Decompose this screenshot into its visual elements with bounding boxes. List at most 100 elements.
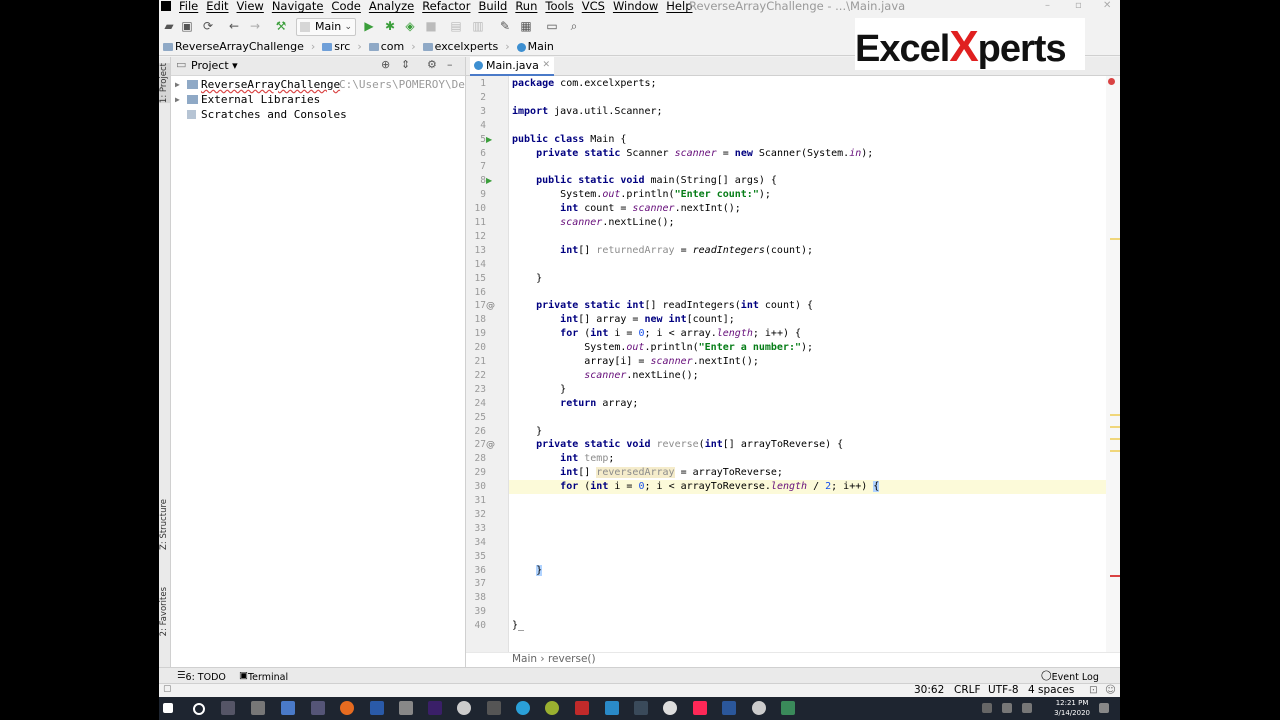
code-line[interactable]: for (int i = 0; i < arrayToReverse.lengt… bbox=[512, 480, 880, 494]
warning-mark[interactable] bbox=[1110, 426, 1120, 428]
override-gutter-icon[interactable]: @ bbox=[486, 438, 495, 452]
file-encoding[interactable]: UTF-8 bbox=[988, 684, 1019, 696]
override-gutter-icon[interactable]: @ bbox=[486, 299, 495, 313]
notifications-icon[interactable] bbox=[1099, 703, 1109, 713]
code-line[interactable]: } bbox=[512, 564, 543, 578]
code-line[interactable]: public static void main(String[] args) { bbox=[512, 174, 777, 188]
breadcrumb-item[interactable]: com bbox=[368, 40, 404, 53]
tab-main-java[interactable]: Main.java ✕ bbox=[470, 57, 554, 76]
tree-item[interactable]: ▶ External Libraries bbox=[171, 92, 465, 107]
app-icon[interactable] bbox=[251, 701, 265, 715]
error-mark[interactable] bbox=[1110, 575, 1120, 577]
app-icon[interactable] bbox=[487, 701, 501, 715]
app-icon[interactable] bbox=[457, 701, 471, 715]
tab-structure[interactable]: Z: Structure bbox=[159, 499, 170, 550]
tab-favorites[interactable]: 2: Favorites bbox=[159, 587, 170, 636]
after-effects-icon[interactable] bbox=[428, 701, 442, 715]
app-icon[interactable] bbox=[370, 701, 384, 715]
project-view-select[interactable]: Project ▾ bbox=[191, 59, 238, 72]
code-editor[interactable]: 1 2 3 4 5 ▶ 6 7 8 ▶ 9 10 11 12 13 14 15 16 17 @18 19 20 21 22 23… bbox=[466, 76, 1106, 652]
close-tab-icon[interactable]: ✕ bbox=[542, 57, 550, 74]
app-icon[interactable] bbox=[781, 701, 795, 715]
status-toggle-icon[interactable]: ▢ bbox=[163, 684, 172, 694]
tab-project[interactable]: 1: Project bbox=[159, 63, 170, 104]
debug-icon[interactable]: ✱ bbox=[383, 19, 397, 33]
open-folder-icon[interactable]: ▰ bbox=[162, 19, 176, 33]
app-icon[interactable] bbox=[311, 701, 325, 715]
minimize-icon[interactable]: – bbox=[1045, 0, 1050, 11]
indent-setting[interactable]: 4 spaces bbox=[1028, 684, 1074, 696]
code-line[interactable]: } bbox=[512, 425, 542, 439]
volume-icon[interactable] bbox=[1022, 703, 1032, 713]
warning-mark[interactable] bbox=[1110, 414, 1120, 416]
code-line[interactable]: import java.util.Scanner; bbox=[512, 105, 663, 119]
back-icon[interactable]: ← bbox=[227, 19, 241, 33]
tray-icon[interactable] bbox=[982, 703, 992, 713]
search-icon[interactable]: ⌕ bbox=[567, 19, 581, 33]
code-breadcrumb-item[interactable]: Main bbox=[512, 653, 537, 665]
code-line[interactable]: scanner.nextLine(); bbox=[512, 216, 674, 230]
app-icon[interactable] bbox=[752, 701, 766, 715]
editor-scroll-strip[interactable] bbox=[1106, 76, 1120, 652]
code-line[interactable]: } bbox=[512, 272, 542, 286]
vcs-update-icon[interactable]: ▥ bbox=[471, 19, 485, 33]
app-icon[interactable] bbox=[281, 701, 295, 715]
expand-arrow-icon[interactable]: ▶ bbox=[175, 92, 180, 107]
vcs-icon[interactable]: ▤ bbox=[449, 19, 463, 33]
warning-mark[interactable] bbox=[1110, 450, 1120, 452]
locate-icon[interactable]: ⊕ bbox=[381, 58, 390, 71]
menu-navigate[interactable]: Navigate bbox=[272, 0, 324, 13]
code-line[interactable]: scanner.nextLine(); bbox=[512, 369, 698, 383]
menu-view[interactable]: View bbox=[237, 0, 264, 13]
todo-tab[interactable]: ☰ 6: TODO bbox=[177, 670, 226, 683]
expand-arrow-icon[interactable]: ▶ bbox=[175, 77, 180, 92]
code-line[interactable]: private static int[] readIntegers(int co… bbox=[512, 299, 813, 313]
tree-item[interactable]: Scratches and Consoles bbox=[171, 107, 465, 122]
project-structure-icon[interactable]: ▦ bbox=[519, 19, 533, 33]
menu-refactor[interactable]: Refactor bbox=[422, 0, 470, 13]
tree-item[interactable]: ▶ ReverseArrayChallenge C:\Users\POMEROY\D… bbox=[171, 77, 478, 92]
word-icon[interactable] bbox=[722, 701, 736, 715]
code-line[interactable]: for (int i = 0; i < array.length; i++) { bbox=[512, 327, 801, 341]
caret-position[interactable]: 30:62 bbox=[914, 684, 944, 696]
firefox-icon[interactable] bbox=[340, 701, 354, 715]
warning-mark[interactable] bbox=[1110, 438, 1120, 440]
inspector-icon[interactable]: ☺ bbox=[1105, 684, 1116, 696]
task-view-icon[interactable] bbox=[221, 701, 235, 715]
code-line[interactable]: private static Scanner scanner = new Sca… bbox=[512, 147, 873, 161]
breadcrumb-item[interactable]: Main bbox=[516, 40, 554, 53]
run-configuration-select[interactable]: Main ⌄ bbox=[296, 18, 356, 36]
stop-icon[interactable]: ■ bbox=[424, 19, 438, 33]
warning-mark[interactable] bbox=[1110, 238, 1120, 240]
menu-code[interactable]: Code bbox=[331, 0, 360, 13]
code-line[interactable]: int temp; bbox=[512, 452, 614, 466]
line-separator[interactable]: CRLF bbox=[954, 684, 981, 696]
code-line[interactable]: int[] array = new int[count]; bbox=[512, 313, 735, 327]
code-line[interactable]: private static void reverse(int[] arrayT… bbox=[512, 438, 843, 452]
menu-tools[interactable]: Tools bbox=[545, 0, 573, 13]
network-icon[interactable] bbox=[1002, 703, 1012, 713]
code-breadcrumb-item[interactable]: reverse() bbox=[548, 653, 596, 665]
hide-icon[interactable]: – bbox=[447, 58, 453, 71]
terminal-tab[interactable]: ▣ Terminal bbox=[239, 670, 288, 683]
collapse-icon[interactable]: ⇕ bbox=[401, 58, 410, 71]
sync-icon[interactable]: ⟳ bbox=[201, 19, 215, 33]
app-icon[interactable] bbox=[605, 701, 619, 715]
app-icon[interactable] bbox=[399, 701, 413, 715]
code-line[interactable]: int[] returnedArray = readIntegers(count… bbox=[512, 244, 813, 258]
run-icon[interactable]: ▶ bbox=[362, 19, 376, 33]
save-icon[interactable]: ▣ bbox=[180, 19, 194, 33]
app-icon[interactable] bbox=[516, 701, 530, 715]
run-gutter-icon[interactable]: ▶ bbox=[486, 133, 492, 147]
code-line[interactable]: int[] reversedArray = arrayToReverse; bbox=[512, 466, 783, 480]
breadcrumb-item[interactable]: ReverseArrayChallenge bbox=[163, 40, 304, 53]
code-line[interactable]: package com.excelxperts; bbox=[512, 77, 657, 91]
code-line[interactable]: } bbox=[512, 383, 566, 397]
gear-icon[interactable]: ⚙ bbox=[427, 58, 437, 71]
code-line[interactable]: }_ bbox=[512, 619, 524, 633]
run-coverage-icon[interactable]: ◈ bbox=[403, 19, 417, 33]
start-icon[interactable] bbox=[163, 703, 173, 713]
code-line[interactable]: int count = scanner.nextInt(); bbox=[512, 202, 741, 216]
menu-window[interactable]: Window bbox=[613, 0, 658, 13]
forward-icon[interactable]: → bbox=[248, 19, 262, 33]
